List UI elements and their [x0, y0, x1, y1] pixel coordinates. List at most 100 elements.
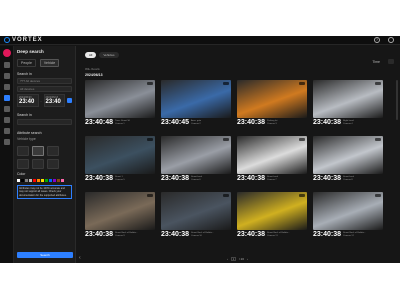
color-swatch[interactable]: [57, 179, 60, 182]
panel-title: Deep search: [17, 49, 44, 54]
play-icon[interactable]: [299, 82, 305, 85]
nav-rail: [0, 46, 14, 263]
result-card[interactable]: 23:40:38 Street back Camera 8: [313, 136, 383, 189]
play-icon[interactable]: [223, 194, 229, 197]
result-card[interactable]: 23:40:38 Street back Camera 6: [161, 136, 231, 189]
color-swatch[interactable]: [21, 179, 24, 182]
search-in-field[interactable]: [17, 119, 72, 125]
result-card[interactable]: 23:40:38 Parking lot Camera 3: [237, 80, 307, 133]
motorcycle-icon[interactable]: [32, 159, 44, 169]
color-swatch[interactable]: [33, 179, 36, 182]
play-icon[interactable]: [375, 194, 381, 197]
thumbnail[interactable]: [237, 192, 307, 230]
result-card[interactable]: 23:40:38 Street Back of Buildin... Camera …: [313, 192, 383, 245]
result-card[interactable]: 23:40:38 Street Back of Buildin... Camera …: [85, 192, 155, 245]
search-button[interactable]: Search: [17, 252, 73, 258]
from-time[interactable]: 2024/06/13 23:40: [17, 94, 39, 107]
card-camera: Camera 12: [343, 234, 354, 237]
color-swatch[interactable]: [29, 179, 32, 182]
scrollbar[interactable]: [396, 80, 398, 120]
card-time: 23:40:38: [237, 231, 266, 238]
color-swatch[interactable]: [17, 179, 20, 182]
result-card[interactable]: 23:40:48 Time: Street 56 Camera 1: [85, 80, 155, 133]
color-swatches: [14, 179, 75, 182]
thumbnail[interactable]: [313, 80, 383, 118]
prev-page-icon[interactable]: ‹: [227, 257, 228, 261]
thumbnail[interactable]: [85, 192, 155, 230]
search-in-label-2: Search in: [17, 113, 32, 117]
color-swatch[interactable]: [37, 179, 40, 182]
camera-icon[interactable]: [3, 73, 10, 79]
page-input[interactable]: 1: [231, 257, 236, 261]
filter-vehicles[interactable]: Vehicles: [99, 52, 119, 58]
report-icon[interactable]: [3, 128, 10, 134]
result-card[interactable]: 23:40:38 Right hand Camera 4: [313, 80, 383, 133]
tab-vehicle[interactable]: Vehicle: [39, 59, 60, 67]
color-swatch[interactable]: [41, 179, 44, 182]
bus-icon[interactable]: [17, 159, 29, 169]
filter-all[interactable]: All: [85, 52, 97, 58]
color-swatch[interactable]: [45, 179, 48, 182]
to-time[interactable]: 2024/06/13 23:40: [43, 94, 65, 107]
play-icon[interactable]: [223, 138, 229, 141]
result-card[interactable]: 23:40:38 Street Back of Buildin... Camera …: [161, 192, 231, 245]
result-card[interactable]: 23:40:45 Area: gate Camera 2: [161, 80, 231, 133]
thumbnail[interactable]: [237, 80, 307, 118]
thumbnail[interactable]: [85, 80, 155, 118]
date-heading: 2024/06/13: [85, 73, 103, 77]
play-icon[interactable]: [299, 194, 305, 197]
color-swatch[interactable]: [25, 179, 28, 182]
color-swatch[interactable]: [53, 179, 56, 182]
deep-search-icon[interactable]: [3, 95, 10, 101]
truck-icon[interactable]: [47, 146, 59, 156]
thumbnail[interactable]: [313, 136, 383, 174]
vehicle-type-grid: [14, 146, 75, 169]
play-icon[interactable]: [223, 82, 229, 85]
user-icon[interactable]: [388, 37, 394, 43]
card-camera: Camera 9: [115, 234, 125, 237]
play-icon[interactable]: [375, 82, 381, 85]
grid-icon[interactable]: [3, 62, 10, 68]
device-field[interactable]: ??? All devices: [17, 78, 72, 84]
color-swatch[interactable]: [61, 179, 64, 182]
sort-icon[interactable]: [388, 59, 394, 64]
thumbnail[interactable]: [85, 136, 155, 174]
play-icon[interactable]: [147, 194, 153, 197]
card-time: 23:40:38: [313, 119, 342, 126]
card-time: 23:40:38: [237, 175, 266, 182]
home-icon[interactable]: [2, 49, 11, 57]
accuracy-warning: Attributes may not be 100% accurate and …: [17, 185, 72, 199]
play-icon[interactable]: [299, 138, 305, 141]
card-camera: Camera 4: [343, 122, 353, 125]
results-grid: 23:40:48 Time: Street 56 Camera 1 23:40:45 A…: [85, 80, 383, 245]
sort-label[interactable]: Time: [372, 60, 380, 64]
play-icon[interactable]: [147, 138, 153, 141]
result-card[interactable]: 23:40:38 Street back Camera 7: [237, 136, 307, 189]
calendar-icon[interactable]: [67, 98, 72, 103]
tab-people[interactable]: People: [17, 59, 36, 67]
chevron-left-icon[interactable]: ‹: [79, 255, 81, 261]
play-icon[interactable]: [375, 138, 381, 141]
help-icon[interactable]: ?: [374, 37, 380, 43]
thumbnail[interactable]: [161, 192, 231, 230]
thumbnail[interactable]: [161, 80, 231, 118]
card-time: 23:40:38: [85, 231, 114, 238]
layout-icon[interactable]: [3, 84, 10, 90]
bell-icon[interactable]: [3, 117, 10, 123]
sedan-icon[interactable]: [17, 146, 29, 156]
thumbnail[interactable]: [313, 192, 383, 230]
thumbnail[interactable]: [161, 136, 231, 174]
device-select[interactable]: All devices: [17, 86, 72, 92]
result-card[interactable]: 23:40:38 Street Back of Buildin... Camera …: [237, 192, 307, 245]
bicycle-icon[interactable]: [47, 159, 59, 169]
color-swatch[interactable]: [49, 179, 52, 182]
brand-name: VORTEX: [12, 37, 43, 43]
thumbnail[interactable]: [237, 136, 307, 174]
suv-icon[interactable]: [32, 146, 44, 156]
gear-icon[interactable]: [3, 139, 10, 145]
app-window: VORTEX ? Deep search People Vehicle Sear…: [0, 36, 400, 263]
result-card[interactable]: 23:40:38 Street 1 Camera 5: [85, 136, 155, 189]
next-page-icon[interactable]: ›: [247, 257, 248, 261]
map-icon[interactable]: [3, 106, 10, 112]
play-icon[interactable]: [147, 82, 153, 85]
